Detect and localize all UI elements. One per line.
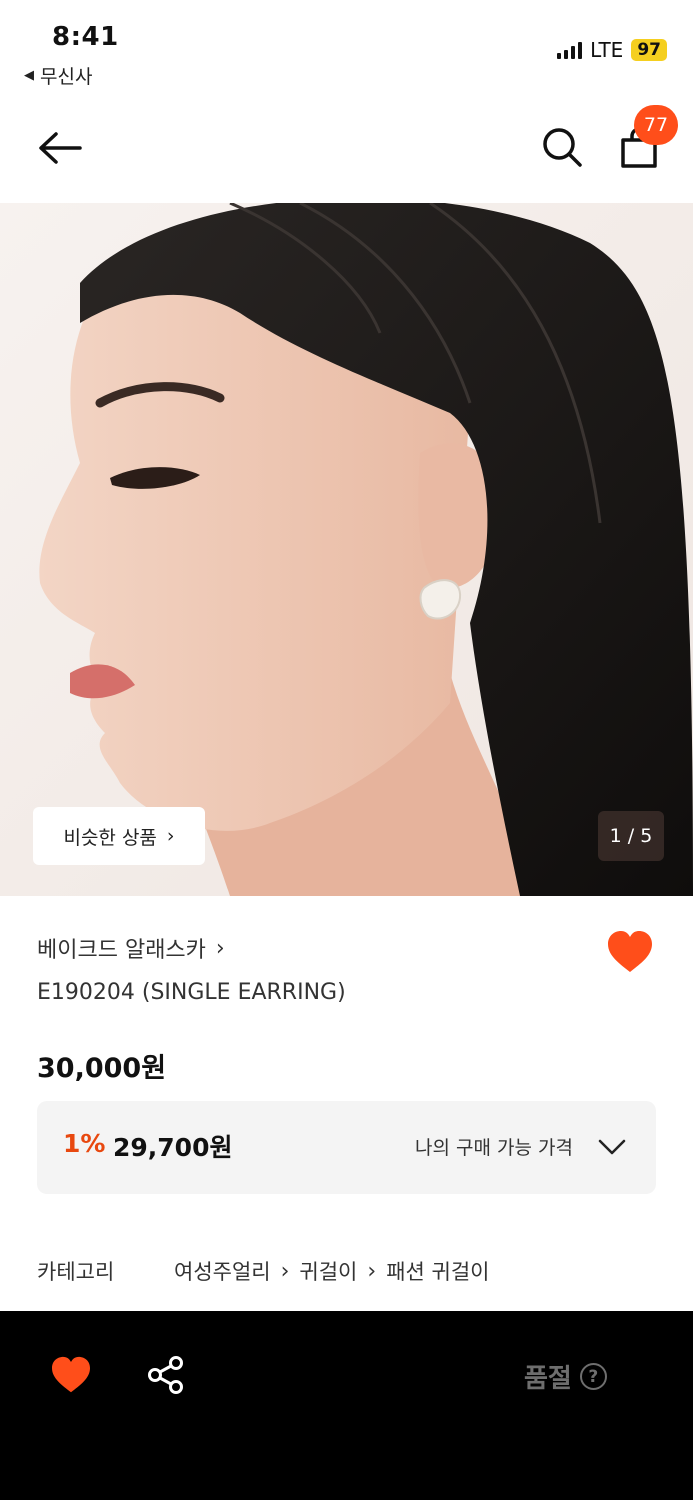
arrow-left-icon bbox=[39, 132, 82, 164]
bottom-action-bar: 품절 ? bbox=[0, 1311, 693, 1500]
search-button[interactable] bbox=[540, 125, 584, 169]
help-icon[interactable]: ? bbox=[579, 1363, 607, 1390]
sold-out-label: 품절 bbox=[524, 1364, 572, 1394]
product-image-gallery[interactable]: 비슷한 상품 › 1 / 5 bbox=[0, 203, 693, 896]
search-icon bbox=[543, 128, 582, 167]
chevron-down-icon bbox=[598, 1139, 626, 1155]
status-bar: 8:41 ◀ 무신사 LTE 97 bbox=[0, 0, 693, 100]
chevron-right-icon: › bbox=[166, 825, 175, 847]
chevron-right-icon: › bbox=[367, 1258, 377, 1284]
back-to-app-link[interactable]: ◀ 무신사 bbox=[24, 62, 92, 89]
battery-icon: 97 bbox=[631, 39, 667, 61]
similar-products-button[interactable]: 비슷한 상품 › bbox=[33, 807, 205, 865]
category-breadcrumb: 카테고리 여성주얼리 › 귀걸이 › 패션 귀걸이 bbox=[37, 1256, 489, 1286]
product-detail-page: 8:41 ◀ 무신사 LTE 97 77 비슷한 상품 › 1 / 5 베이크드… bbox=[0, 0, 693, 1500]
brand-name: 베이크드 알래스카 bbox=[37, 938, 206, 963]
product-photo bbox=[0, 203, 693, 896]
category-level-3[interactable]: 패션 귀걸이 bbox=[386, 1256, 489, 1286]
like-button[interactable] bbox=[606, 930, 654, 974]
network-type: LTE bbox=[590, 38, 624, 62]
status-time: 8:41 bbox=[52, 22, 119, 52]
category-label: 카테고리 bbox=[37, 1260, 115, 1284]
cart-count-badge: 77 bbox=[634, 105, 678, 145]
heart-filled-icon bbox=[52, 1356, 90, 1393]
image-pager: 1 / 5 bbox=[598, 811, 664, 861]
product-price: 30,000원 bbox=[37, 1053, 167, 1084]
share-button[interactable] bbox=[146, 1355, 186, 1395]
heart-filled-icon bbox=[608, 931, 652, 972]
back-triangle-icon: ◀ bbox=[24, 68, 34, 83]
brand-link[interactable]: 베이크드 알래스카 › bbox=[37, 932, 225, 964]
back-app-label: 무신사 bbox=[40, 66, 93, 88]
back-button[interactable] bbox=[36, 128, 84, 168]
bottom-like-button[interactable] bbox=[50, 1356, 92, 1394]
my-price-label: 나의 구매 가능 가격 bbox=[415, 1137, 573, 1159]
category-level-1[interactable]: 여성주얼리 bbox=[174, 1256, 271, 1286]
discount-percent: 1% bbox=[63, 1129, 106, 1158]
product-name: E190204 (SINGLE EARRING) bbox=[37, 980, 346, 1005]
my-price-box[interactable]: 1% 29,700원 나의 구매 가능 가격 bbox=[37, 1101, 656, 1194]
similar-products-label: 비슷한 상품 bbox=[63, 826, 157, 849]
share-icon bbox=[148, 1356, 183, 1394]
chevron-right-icon: › bbox=[215, 935, 225, 961]
top-nav bbox=[0, 100, 693, 203]
status-indicators: LTE 97 bbox=[557, 38, 667, 62]
category-level-2[interactable]: 귀걸이 bbox=[299, 1256, 357, 1286]
discounted-price: 29,700원 bbox=[113, 1133, 233, 1162]
sold-out-status: 품절 ? bbox=[524, 1358, 607, 1395]
chevron-right-icon: › bbox=[280, 1258, 290, 1284]
signal-icon bbox=[557, 41, 583, 59]
